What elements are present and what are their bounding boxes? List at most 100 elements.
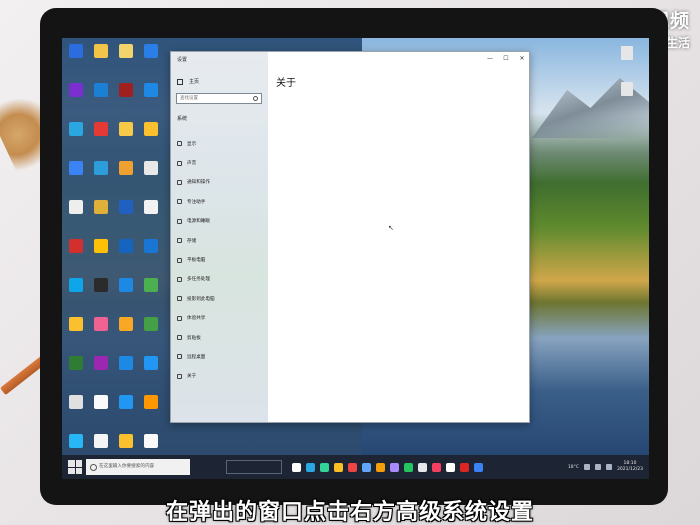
desktop-shortcut-icon[interactable] [89,159,113,198]
desktop-shortcut-icon[interactable] [139,315,163,354]
app-icon [144,161,158,175]
app-icon [119,356,133,370]
app-icon [119,317,133,331]
desktop-shortcut-icon[interactable] [139,120,163,159]
desktop-shortcut-icon[interactable] [139,81,163,120]
taskbar-app-icon[interactable] [390,462,399,472]
taskbar-app-icon[interactable] [460,462,469,472]
settings-nav-item[interactable]: 平板电脑 [177,250,215,269]
settings-nav-item[interactable]: 存储 [177,231,215,250]
app-icon [144,395,158,409]
taskbar-app-icon[interactable] [446,462,455,472]
search-placeholder: 查找设置 [180,96,198,101]
desktop-shortcut-icon[interactable] [89,42,113,81]
desktop-shortcut-icon[interactable] [89,393,113,432]
desktop-shortcut-icon[interactable] [64,159,88,198]
desktop-shortcut-icon[interactable] [64,315,88,354]
taskbar-app-icon[interactable] [474,462,483,472]
maximize-button[interactable]: ☐ [502,55,510,62]
taskbar-app-icon[interactable] [362,462,371,472]
desktop-shortcut-icon[interactable] [114,315,138,354]
close-button[interactable]: ✕ [518,55,526,62]
desktop-shortcut-icon[interactable] [64,120,88,159]
volume-icon[interactable] [595,464,602,470]
settings-nav-item[interactable]: 体验共享 [177,309,215,328]
desktop-shortcut-icon[interactable] [89,237,113,276]
desktop-shortcut-icon[interactable] [89,315,113,354]
desktop-shortcut-icon[interactable] [114,237,138,276]
battery-icon[interactable] [606,464,613,470]
settings-nav-item[interactable]: 专注助手 [177,192,215,211]
taskbar-clock[interactable]: 18:10 2021/12/23 [617,461,643,473]
taskbar-app-icon[interactable] [292,462,301,472]
settings-nav-item[interactable]: 关于 [177,367,215,386]
settings-nav-item[interactable]: 剪贴板 [177,328,215,347]
app-icon [69,83,83,97]
nav-home[interactable]: 主页 [177,78,199,85]
desktop-shortcut-icon[interactable] [114,198,138,237]
desktop-shortcut-icon[interactable] [89,276,113,315]
desktop-file-icon[interactable] [621,46,633,60]
desktop-shortcut-icon[interactable] [64,354,88,393]
desktop-shortcut-icon[interactable] [89,354,113,393]
settings-nav-label: 关于 [187,374,197,380]
settings-nav-label: 远程桌面 [187,354,206,360]
app-icon [144,122,158,136]
desktop-shortcut-icon[interactable] [64,81,88,120]
desktop-shortcut-icon[interactable] [114,354,138,393]
desktop-shortcut-icon[interactable] [139,159,163,198]
desktop-shortcut-icon[interactable] [114,159,138,198]
desktop-file-icon[interactable] [621,82,633,96]
desktop-shortcut-icon[interactable] [64,42,88,81]
settings-nav-item[interactable]: 远程桌面 [177,347,215,366]
app-icon [94,200,108,214]
minimize-button[interactable]: — [486,55,494,62]
desktop-shortcut-icon[interactable] [114,393,138,432]
settings-nav-item[interactable]: 声音 [177,153,215,172]
taskbar-app-icon[interactable] [334,462,343,472]
app-icon [69,356,83,370]
settings-search-input[interactable]: 查找设置 [176,93,262,104]
taskbar-app-icon[interactable] [404,462,413,472]
taskbar-app-icon[interactable] [306,462,315,472]
desktop-shortcut-icon[interactable] [139,354,163,393]
desktop-shortcut-icon[interactable] [139,276,163,315]
taskbar-search-input[interactable]: 在这里输入你要搜索的内容 [86,459,190,475]
video-subtitle: 在弹出的窗口点击右方高级系统设置 [165,500,534,525]
settings-nav-item[interactable]: 电源和睡眠 [177,212,215,231]
desktop-shortcut-icon[interactable] [114,81,138,120]
app-icon [144,434,158,448]
desktop-shortcut-icon[interactable] [64,393,88,432]
taskbar-app-icon[interactable] [432,462,441,472]
app-icon [119,122,133,136]
start-button[interactable] [68,460,82,474]
desktop-shortcut-icon[interactable] [139,42,163,81]
network-icon[interactable] [584,464,591,470]
taskbar-app-icon[interactable] [320,462,329,472]
desktop-shortcut-icon[interactable] [64,198,88,237]
desktop-shortcut-icon[interactable] [114,276,138,315]
settings-nav-item[interactable]: 投影到此电脑 [177,289,215,308]
weather-readout[interactable]: 18°C [568,465,579,470]
settings-nav-label: 多任务处理 [187,277,210,283]
desktop-shortcut-icon[interactable] [89,198,113,237]
desktop-shortcut-icon[interactable] [89,120,113,159]
desktop-shortcut-icon[interactable] [139,198,163,237]
taskbar-app-icon[interactable] [376,462,385,472]
taskbar-app-icon[interactable] [418,462,427,472]
settings-nav-label: 平板电脑 [187,258,206,264]
desktop-shortcut-icon[interactable] [114,120,138,159]
app-icon [119,278,133,292]
page-title: 关于 [276,78,296,89]
settings-nav-item[interactable]: 显示 [177,134,215,153]
desktop-shortcut-icon[interactable] [139,237,163,276]
desktop-shortcut-icon[interactable] [114,42,138,81]
desktop-shortcut-icon[interactable] [64,237,88,276]
desktop-shortcut-icon[interactable] [139,393,163,432]
taskbar-app-icon[interactable] [348,462,357,472]
desktop-shortcut-icon[interactable] [64,276,88,315]
settings-nav-item[interactable]: 通知和操作 [177,173,215,192]
settings-nav-item[interactable]: 多任务处理 [177,270,215,289]
desktop-shortcut-icon[interactable] [89,81,113,120]
taskbar-search-box-secondary[interactable] [226,460,282,474]
